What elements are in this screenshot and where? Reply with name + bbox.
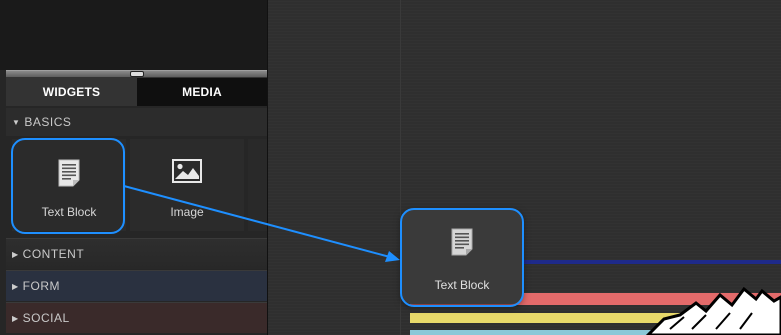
hand-cursor-icon	[645, 286, 781, 335]
